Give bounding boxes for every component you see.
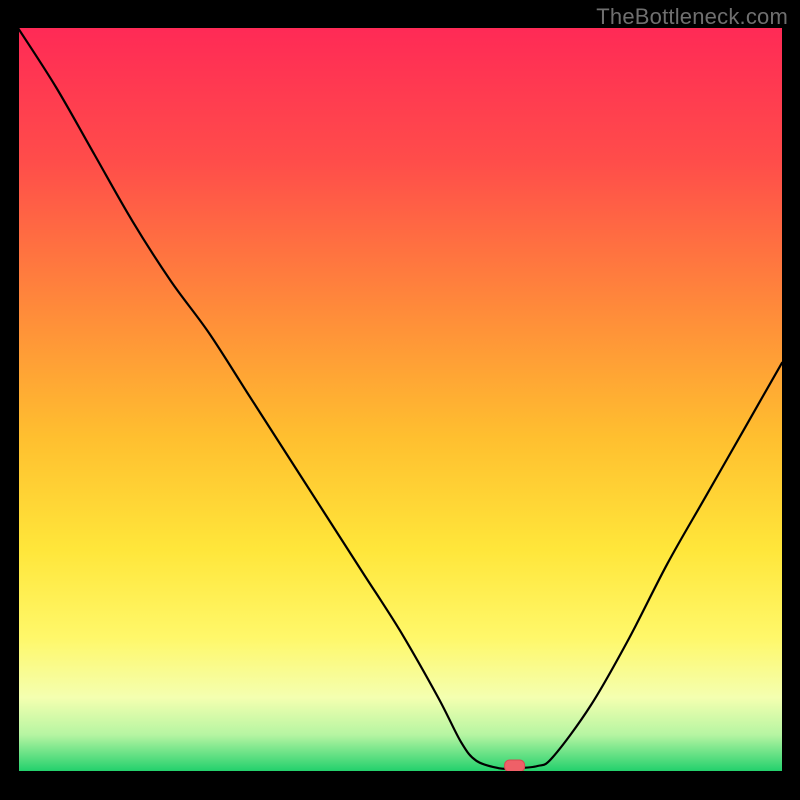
chart-background — [18, 28, 782, 772]
watermark-text: TheBottleneck.com — [596, 4, 788, 30]
chart-svg — [18, 28, 782, 782]
chart-container — [18, 28, 782, 782]
x-axis-band — [18, 772, 782, 782]
optimal-marker — [505, 760, 525, 772]
